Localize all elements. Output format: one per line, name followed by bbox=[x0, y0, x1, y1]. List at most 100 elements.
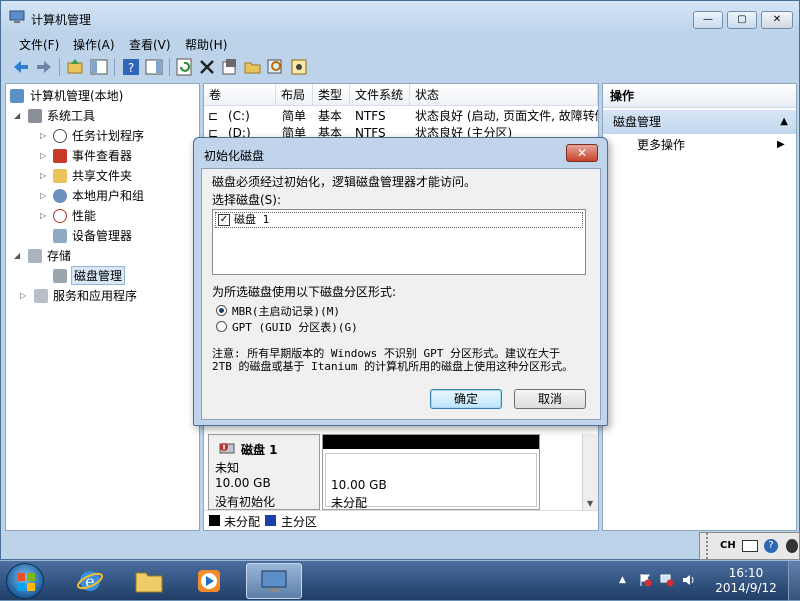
unallocated-bar bbox=[323, 435, 539, 449]
action-center-flag-icon[interactable] bbox=[638, 573, 652, 587]
initialize-disk-dialog: 初始化磁盘 ✕ 磁盘必须经过初始化，逻辑磁盘管理器才能访问。 选择磁盘(S): … bbox=[193, 137, 608, 426]
collapse-triangle-icon[interactable]: ◢ bbox=[14, 247, 24, 265]
submenu-arrow-icon: ▶ bbox=[777, 139, 785, 150]
legend-unallocated-label: 未分配 bbox=[224, 515, 261, 529]
properties-icon[interactable] bbox=[220, 57, 240, 77]
taskbar-computer-management[interactable] bbox=[246, 563, 302, 599]
close-button[interactable]: ✕ bbox=[761, 11, 793, 29]
tools-icon bbox=[28, 109, 42, 123]
legend: 未分配 主分区 bbox=[204, 510, 598, 530]
partition-body: 10.00 GB 未分配 bbox=[325, 453, 537, 510]
language-bar-grip[interactable] bbox=[706, 533, 716, 559]
language-bar-options-icon[interactable] bbox=[786, 539, 798, 553]
clock-icon bbox=[53, 129, 67, 143]
column-header-type[interactable]: 类型 bbox=[313, 84, 350, 106]
gpt-label[interactable]: GPT (GUID 分区表)(G) bbox=[232, 319, 358, 335]
gpt-radio[interactable] bbox=[216, 321, 227, 332]
toolbar: ? bbox=[1, 53, 799, 81]
unallocated-partition[interactable]: 10.00 GB 未分配 bbox=[322, 434, 540, 510]
collapse-triangle-icon[interactable]: ◢ bbox=[14, 107, 24, 125]
column-header-volume[interactable]: 卷 bbox=[204, 84, 276, 106]
clock-date: 2014/9/12 bbox=[715, 581, 777, 595]
computer-management-taskbar-icon bbox=[261, 570, 287, 592]
forward-arrow-icon[interactable] bbox=[34, 57, 54, 77]
search-disk-icon[interactable] bbox=[266, 57, 286, 77]
toolbar-separator bbox=[59, 58, 60, 76]
column-header-layout[interactable]: 布局 bbox=[276, 84, 313, 106]
disk-warning-icon bbox=[219, 443, 235, 454]
start-button[interactable] bbox=[6, 563, 44, 599]
expand-triangle-icon[interactable]: ▷ bbox=[40, 207, 50, 225]
keyboard-icon[interactable] bbox=[742, 540, 758, 552]
show-hide-action-pane-icon[interactable] bbox=[144, 57, 164, 77]
show-hidden-icons-arrow-icon[interactable]: ▲ bbox=[619, 575, 626, 585]
taskbar-windows-explorer[interactable] bbox=[122, 563, 178, 599]
network-icon[interactable] bbox=[660, 573, 674, 587]
up-folder-icon[interactable] bbox=[65, 57, 85, 77]
performance-icon bbox=[53, 209, 67, 223]
refresh-icon[interactable] bbox=[174, 57, 194, 77]
column-header-status[interactable]: 状态 bbox=[410, 84, 598, 106]
input-language-indicator[interactable]: CH bbox=[720, 540, 736, 551]
list-item[interactable]: ✓ 磁盘 1 bbox=[215, 212, 583, 228]
help-icon[interactable]: ? bbox=[121, 57, 141, 77]
menu-help[interactable]: 帮助(H) bbox=[185, 36, 227, 53]
open-folder-icon[interactable] bbox=[243, 57, 263, 77]
svg-text:?: ? bbox=[128, 61, 134, 75]
expand-triangle-icon[interactable]: ▷ bbox=[40, 127, 50, 145]
disk-management-icon bbox=[53, 269, 67, 283]
partition-size: 10.00 GB bbox=[331, 478, 387, 492]
minimize-button[interactable]: — bbox=[693, 11, 723, 29]
ok-button[interactable]: 确定 bbox=[430, 389, 502, 409]
disk-list[interactable]: ✓ 磁盘 1 bbox=[212, 209, 586, 275]
title-bar[interactable]: 计算机管理 — ▢ ✕ bbox=[1, 1, 799, 33]
more-actions-item[interactable]: 更多操作 ▶ bbox=[637, 136, 787, 154]
scroll-down-arrow-icon[interactable]: ▼ bbox=[587, 499, 593, 508]
services-icon bbox=[34, 289, 48, 303]
windows-logo-icon bbox=[17, 573, 35, 591]
legend-primary-swatch bbox=[265, 515, 276, 526]
table-row[interactable]: ⊏ (C:) 简单 基本 NTFS 状态良好 (启动, 页面文件, 故障转储 bbox=[204, 108, 598, 125]
expand-triangle-icon[interactable]: ▷ bbox=[40, 187, 50, 205]
expand-triangle-icon[interactable]: ▷ bbox=[40, 167, 50, 185]
dialog-close-button[interactable]: ✕ bbox=[566, 144, 598, 162]
menu-bar: 文件(F) 操作(A) 查看(V) 帮助(H) bbox=[1, 33, 799, 53]
disk-1-checkbox[interactable]: ✓ bbox=[218, 214, 230, 226]
partition-state: 未分配 bbox=[331, 496, 368, 510]
language-help-icon[interactable]: ? bbox=[764, 539, 778, 553]
delete-icon[interactable] bbox=[197, 57, 217, 77]
menu-action[interactable]: 操作(A) bbox=[73, 36, 115, 53]
toolbar-separator bbox=[169, 58, 170, 76]
volume-icon[interactable] bbox=[682, 573, 696, 587]
show-hide-tree-icon[interactable] bbox=[89, 57, 109, 77]
system-clock[interactable]: 16:10 2014/9/12 bbox=[706, 566, 786, 596]
users-icon bbox=[53, 189, 67, 203]
taskbar: e ▲ 16:10 2014/9/12 bbox=[0, 560, 800, 601]
column-header-filesystem[interactable]: 文件系统 bbox=[350, 84, 410, 106]
computer-management-app-icon bbox=[9, 10, 25, 23]
back-arrow-icon[interactable] bbox=[11, 57, 31, 77]
menu-file[interactable]: 文件(F) bbox=[19, 36, 59, 53]
mbr-radio[interactable] bbox=[216, 305, 227, 316]
menu-view[interactable]: 查看(V) bbox=[129, 36, 171, 53]
actions-header: 操作 bbox=[603, 84, 796, 108]
expand-triangle-icon[interactable]: ▷ bbox=[20, 287, 30, 305]
maximize-button[interactable]: ▢ bbox=[727, 11, 757, 29]
cancel-button[interactable]: 取消 bbox=[514, 389, 586, 409]
actions-pane: 操作 磁盘管理 ▲ 更多操作 ▶ bbox=[602, 83, 797, 531]
actions-section-disk-management[interactable]: 磁盘管理 ▲ bbox=[603, 110, 796, 134]
disk-1-label[interactable]: 磁盘 1 未知 10.00 GB 没有初始化 bbox=[208, 434, 320, 510]
mbr-label[interactable]: MBR(主启动记录)(M) bbox=[232, 303, 340, 319]
select-disk-label: 选择磁盘(S): bbox=[212, 193, 282, 207]
device-manager-icon bbox=[53, 229, 67, 243]
taskbar-internet-explorer[interactable]: e bbox=[62, 563, 118, 599]
collapse-up-arrow-icon[interactable]: ▲ bbox=[780, 110, 788, 134]
disk-name: 磁盘 1 bbox=[241, 443, 278, 457]
expand-triangle-icon[interactable]: ▷ bbox=[40, 147, 50, 165]
show-desktop-button[interactable] bbox=[788, 561, 800, 601]
disk-1-label-text: 磁盘 1 bbox=[234, 213, 270, 226]
disk-scrollbar[interactable]: ▼ bbox=[582, 434, 598, 510]
taskbar-media-player[interactable] bbox=[182, 563, 238, 599]
legend-unallocated-swatch bbox=[209, 515, 220, 526]
disk-properties-icon[interactable] bbox=[289, 57, 309, 77]
